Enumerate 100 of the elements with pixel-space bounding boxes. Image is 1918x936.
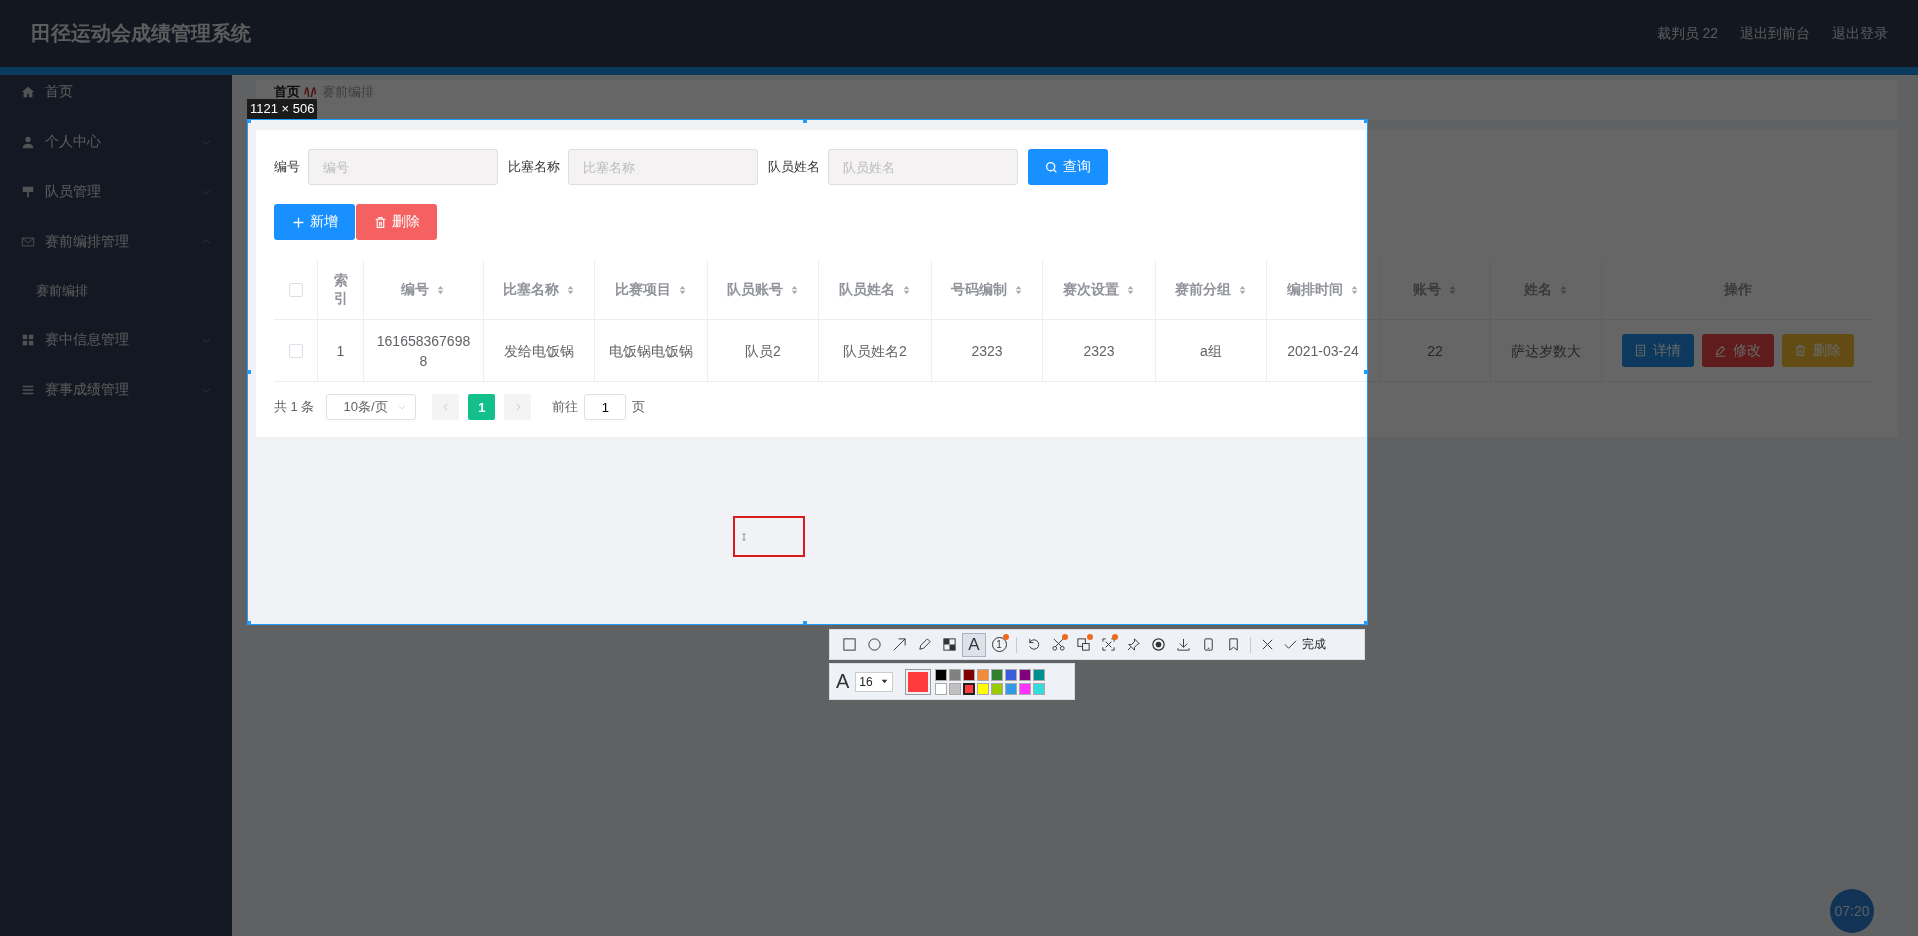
- column-header[interactable]: 编号: [401, 280, 429, 299]
- column-header[interactable]: 队员账号: [726, 280, 783, 299]
- table-cell-text: 发给电饭锅: [504, 341, 574, 361]
- page-suffix: 页: [632, 398, 646, 416]
- arrow-icon: [891, 637, 907, 652]
- detail-button[interactable]: 详情: [1621, 334, 1694, 367]
- table-cell-text: 萨达岁数大: [1511, 341, 1581, 361]
- color-swatch[interactable]: [963, 668, 976, 681]
- column-header[interactable]: 赛前分组: [1174, 280, 1231, 299]
- color-swatch[interactable]: [991, 682, 1004, 695]
- column-header: 索引: [332, 271, 349, 308]
- color-swatch[interactable]: [991, 668, 1004, 681]
- header-link[interactable]: 退出登录: [1832, 24, 1888, 43]
- trash-icon: [373, 215, 387, 229]
- font-size-select[interactable]: 16: [855, 671, 894, 692]
- search-icon: [1045, 160, 1058, 174]
- header-link[interactable]: 退出到前台: [1740, 24, 1810, 43]
- rectangle-icon: [841, 637, 857, 652]
- page-size-select[interactable]: 10条/页: [326, 394, 417, 420]
- translate-icon: [1075, 637, 1091, 652]
- table-cell-text: 2323: [971, 341, 1003, 361]
- pencil-icon: [916, 637, 932, 652]
- document-icon: [1634, 344, 1647, 357]
- header-link[interactable]: 裁判员 22: [1656, 24, 1718, 43]
- color-swatch[interactable]: [977, 668, 990, 681]
- goto-label: 前往: [552, 398, 579, 416]
- trash-icon: [1794, 344, 1807, 357]
- color-swatch[interactable]: [1005, 682, 1018, 695]
- signpost-icon: [21, 185, 35, 199]
- selection-size-label: 1121 × 506: [247, 99, 318, 119]
- pin-icon: [1125, 637, 1141, 652]
- table-cell-text: 队员2: [745, 341, 781, 361]
- check-tool-button[interactable]: 完成: [1280, 632, 1329, 657]
- color-swatch[interactable]: [1005, 668, 1018, 681]
- table-cell-text: 2021-03-24: [1287, 341, 1359, 361]
- caret-icon: [880, 677, 890, 686]
- field-label: 编号: [274, 158, 300, 176]
- scissors-icon: [1050, 637, 1066, 652]
- color-swatch[interactable]: [935, 682, 948, 695]
- search-button[interactable]: 查询: [1028, 149, 1108, 185]
- home-icon: [21, 85, 35, 99]
- resize-handle[interactable]: [803, 119, 807, 123]
- table-cell-text: 队员姓名2: [843, 341, 907, 361]
- column-header[interactable]: 赛次设置: [1062, 280, 1119, 299]
- color-swatch[interactable]: [1033, 682, 1046, 695]
- column-header[interactable]: 比赛项目: [614, 280, 671, 299]
- delete-button[interactable]: 删除: [356, 204, 437, 240]
- column-header[interactable]: 编排时间: [1286, 280, 1343, 299]
- color-swatch[interactable]: [1033, 668, 1046, 681]
- add-button[interactable]: 新增: [274, 204, 355, 240]
- breadcrumb-link[interactable]: 首页: [274, 83, 300, 101]
- selection-frame[interactable]: [247, 119, 1368, 625]
- table-cell-text: a组: [1200, 341, 1222, 361]
- table-cell-text: 电饭锅电饭锅: [609, 341, 693, 361]
- plus-icon: [291, 215, 305, 229]
- table-cell-text: 22: [1427, 341, 1443, 361]
- color-swatch[interactable]: [1019, 682, 1032, 695]
- page-input[interactable]: 1: [584, 394, 627, 420]
- color-swatch[interactable]: [949, 682, 962, 695]
- number-tool-button[interactable]: 1: [987, 632, 1011, 657]
- download-icon: [1175, 637, 1191, 652]
- text-annotation-box[interactable]: [733, 516, 805, 557]
- field-label: 比塞名称: [508, 158, 560, 176]
- check-icon: [1283, 637, 1298, 652]
- circle-icon: [866, 637, 882, 652]
- clock-badge[interactable]: 07:20: [1830, 889, 1874, 933]
- envelope-icon: [21, 235, 35, 249]
- resize-handle[interactable]: [1364, 370, 1368, 374]
- table-cell-text: 1616583676988: [375, 331, 472, 371]
- column-header[interactable]: 比塞名称: [502, 280, 559, 299]
- color-swatch[interactable]: [1019, 668, 1032, 681]
- chevron-down-icon: [397, 402, 408, 412]
- text-tool-button[interactable]: A: [962, 632, 986, 657]
- grid-icon: [21, 333, 35, 347]
- resize-handle[interactable]: [247, 370, 251, 374]
- resize-handle[interactable]: [247, 621, 251, 625]
- menu-item[interactable]: 个人中心: [0, 117, 232, 167]
- color-swatch[interactable]: [977, 682, 990, 695]
- resize-handle[interactable]: [247, 119, 251, 123]
- color-swatch[interactable]: [963, 682, 976, 695]
- list-icon: [21, 383, 35, 397]
- total-count: 共 1 条: [274, 398, 315, 416]
- resize-handle[interactable]: [1364, 621, 1368, 625]
- font-size-label: A: [836, 670, 850, 693]
- record-icon: [1150, 637, 1166, 652]
- mosaic-icon: [941, 637, 957, 652]
- checkbox[interactable]: [288, 343, 303, 358]
- table-cell-text: 2323: [1083, 341, 1115, 361]
- column-header[interactable]: 号码编制: [950, 280, 1007, 299]
- checkbox[interactable]: [288, 282, 303, 297]
- app-title: 田径运动会成绩管理系统: [31, 21, 251, 46]
- text-scan-icon: [1100, 637, 1116, 652]
- page-number[interactable]: 1: [468, 394, 496, 420]
- column-header[interactable]: 队员姓名: [838, 280, 895, 299]
- color-swatch[interactable]: [935, 668, 948, 681]
- color-swatch[interactable]: [949, 668, 962, 681]
- edit-button[interactable]: 修改: [1701, 334, 1774, 367]
- user-icon: [21, 135, 35, 149]
- resize-handle[interactable]: [803, 621, 807, 625]
- resize-handle[interactable]: [1364, 119, 1368, 123]
